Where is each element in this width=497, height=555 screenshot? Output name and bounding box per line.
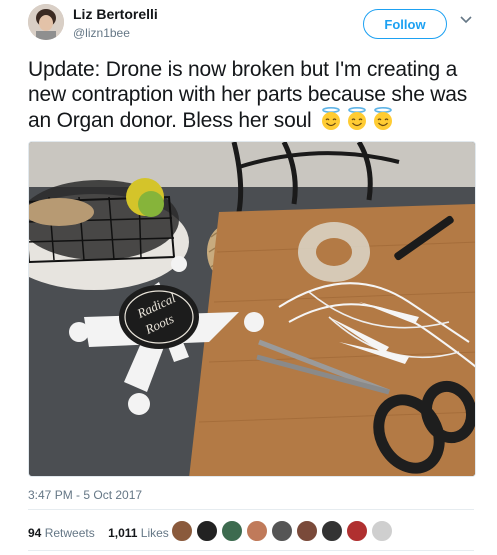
liker-avatar[interactable] bbox=[171, 520, 193, 542]
author-handle[interactable]: @lizn1bee bbox=[73, 26, 130, 40]
author-display-name[interactable]: Liz Bertorelli bbox=[73, 6, 158, 22]
tweet-stats: 94 Retweets 1,011 Likes bbox=[28, 526, 179, 540]
retweets-count: 94 bbox=[28, 526, 42, 540]
halo-smiley-icon bbox=[322, 107, 341, 130]
retweets-stat[interactable]: 94 Retweets bbox=[28, 526, 95, 540]
liker-avatar[interactable] bbox=[246, 520, 268, 542]
likes-stat[interactable]: 1,011 Likes bbox=[108, 526, 169, 540]
liker-avatar[interactable] bbox=[271, 520, 293, 542]
chevron-down-icon[interactable] bbox=[459, 14, 473, 26]
tweet-text: Update: Drone is now broken but I'm crea… bbox=[28, 57, 478, 133]
tweet-timestamp[interactable]: 3:47 PM - 5 Oct 2017 bbox=[28, 488, 142, 502]
liker-avatars bbox=[171, 520, 396, 542]
liker-avatar[interactable] bbox=[196, 520, 218, 542]
divider bbox=[28, 509, 474, 510]
avatar-image bbox=[28, 4, 64, 40]
liker-avatar[interactable] bbox=[296, 520, 318, 542]
tweet-photo[interactable]: Radical Roots bbox=[28, 141, 476, 477]
liker-avatar[interactable] bbox=[321, 520, 343, 542]
halo-smiley-icon bbox=[348, 107, 367, 130]
drone-photo-illustration: Radical Roots bbox=[29, 142, 475, 476]
likes-count: 1,011 bbox=[108, 526, 138, 540]
tweet-body: Update: Drone is now broken but I'm crea… bbox=[28, 58, 468, 132]
halo-smiley-icon bbox=[374, 107, 393, 130]
liker-avatar[interactable] bbox=[221, 520, 243, 542]
likes-label: Likes bbox=[140, 526, 169, 540]
avatar[interactable] bbox=[28, 4, 64, 40]
divider bbox=[28, 550, 474, 551]
liker-avatar[interactable] bbox=[346, 520, 368, 542]
liker-avatar[interactable] bbox=[371, 520, 393, 542]
follow-button[interactable]: Follow bbox=[363, 9, 447, 39]
retweets-label: Retweets bbox=[44, 526, 95, 540]
